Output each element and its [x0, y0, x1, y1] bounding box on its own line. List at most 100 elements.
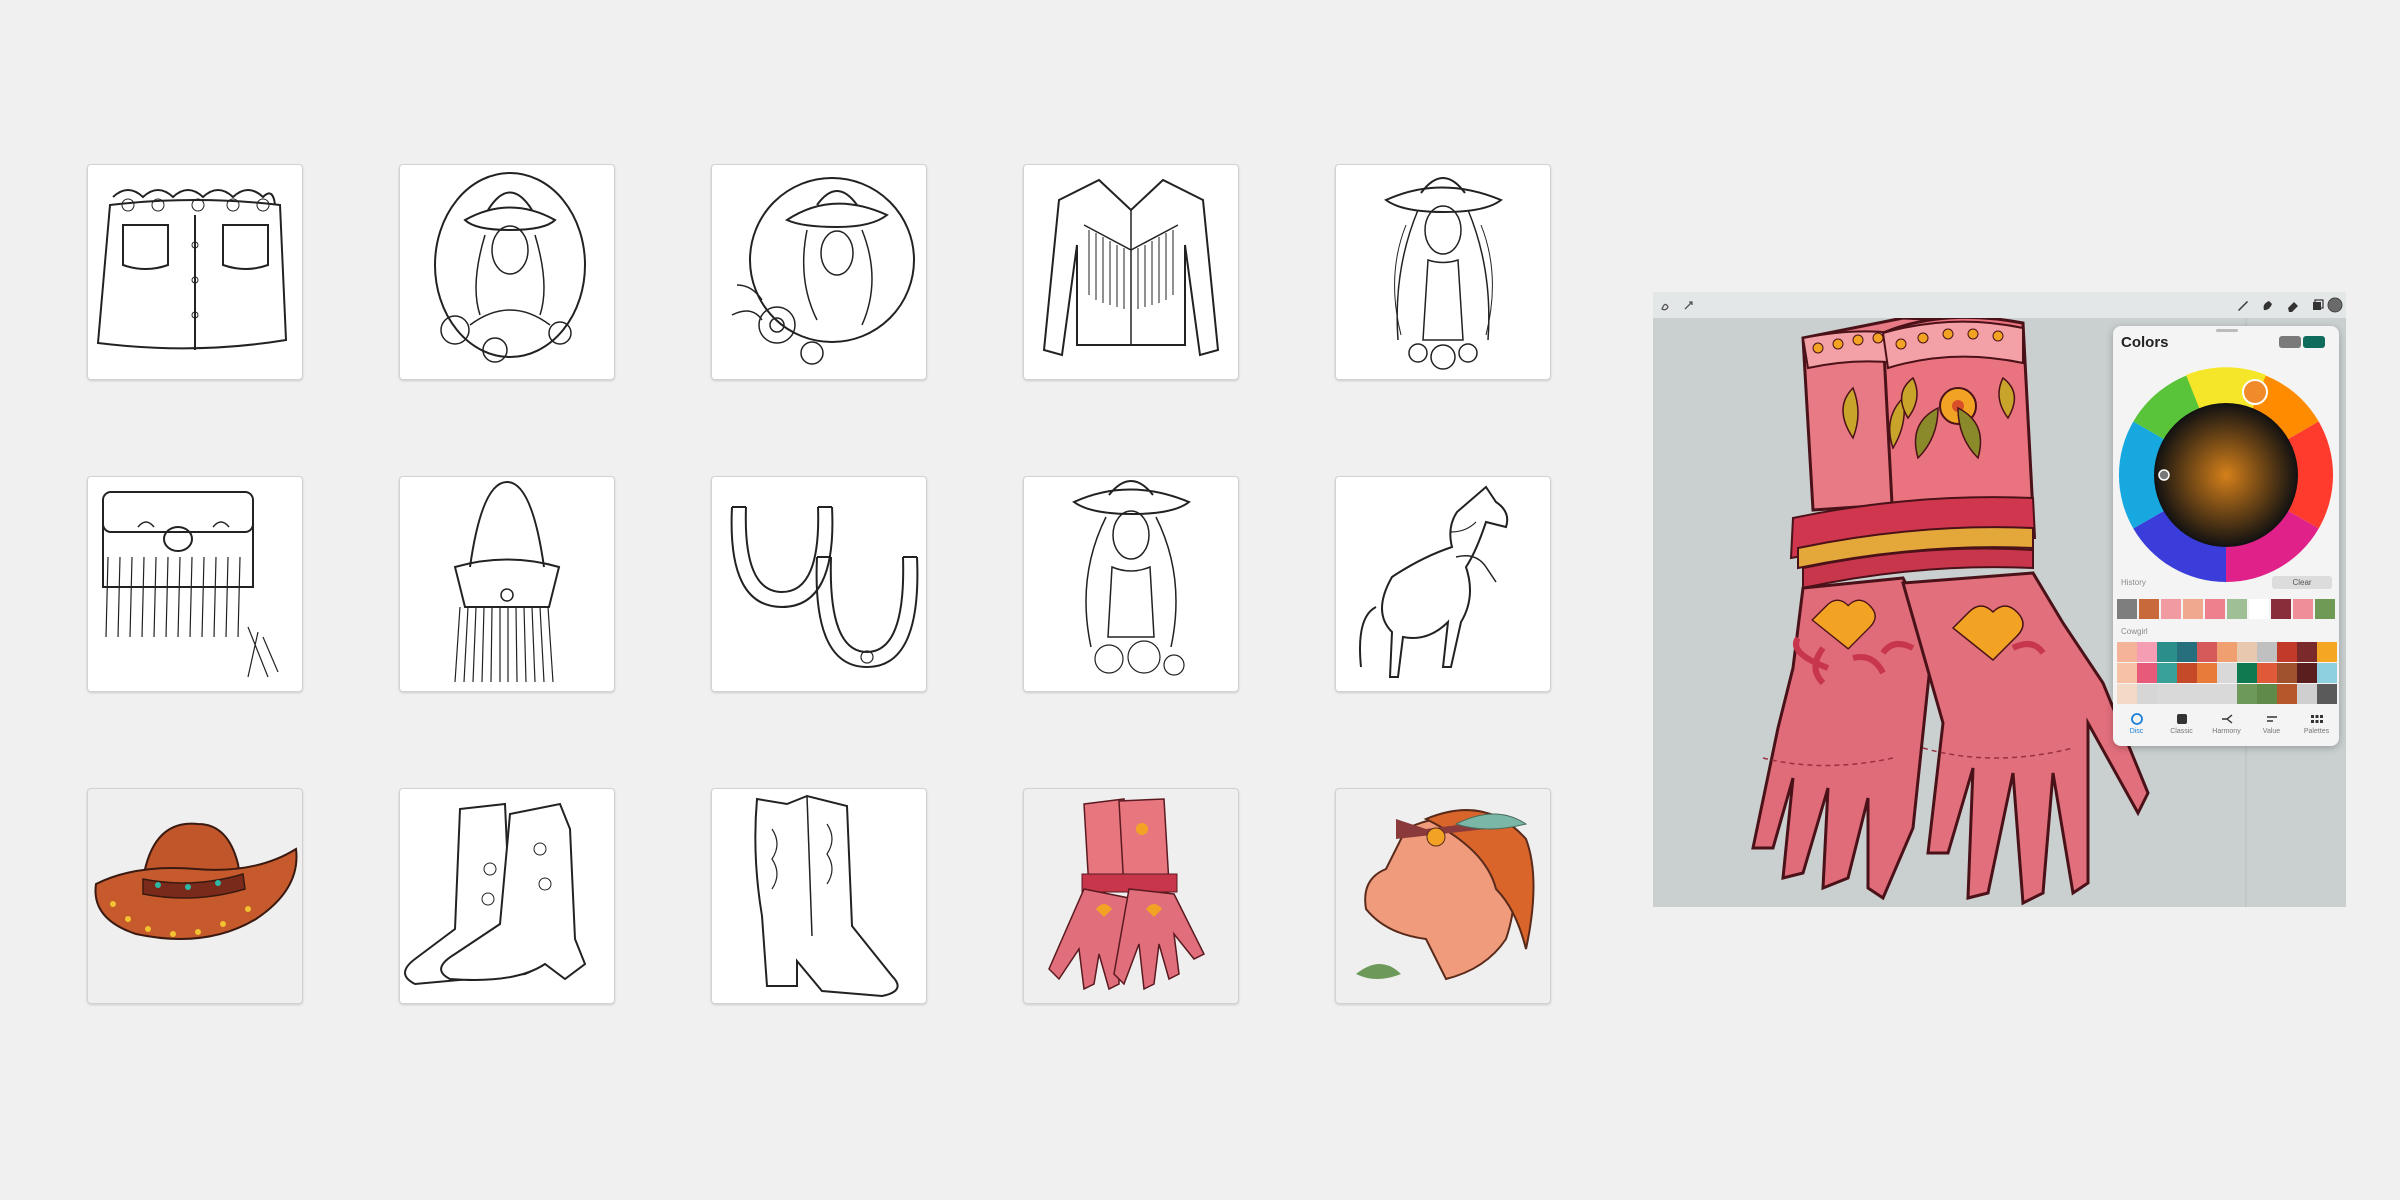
history-swatch[interactable] — [2117, 599, 2137, 619]
palette-swatch[interactable] — [2277, 663, 2297, 683]
panel-grabber[interactable] — [2216, 329, 2238, 332]
palette-swatch[interactable] — [2257, 684, 2277, 704]
palette-swatch[interactable] — [2177, 642, 2197, 662]
history-label: History — [2121, 578, 2146, 587]
palette-swatch[interactable] — [2217, 642, 2237, 662]
palette-swatch[interactable] — [2237, 663, 2257, 683]
history-swatch[interactable] — [2249, 599, 2269, 619]
fringe-jacket-illustration — [1042, 178, 1220, 357]
palettes-icon — [2310, 715, 2323, 723]
palette-swatch[interactable] — [2197, 684, 2217, 704]
history-swatch[interactable] — [2315, 599, 2335, 619]
value-icon — [2266, 716, 2277, 722]
history-swatch[interactable] — [2293, 599, 2313, 619]
smudge-icon[interactable] — [2260, 297, 2276, 313]
harmony-icon — [2221, 714, 2232, 724]
palette-swatch[interactable] — [2257, 642, 2277, 662]
palette-swatch[interactable] — [2117, 642, 2137, 662]
palette-swatch[interactable] — [2117, 684, 2137, 704]
tile-cowgirl-flowers[interactable] — [1023, 476, 1239, 692]
palette-swatch[interactable] — [2197, 642, 2217, 662]
palette-label: Cowgirl — [2121, 627, 2148, 636]
palette-swatch[interactable] — [2257, 663, 2277, 683]
classic-icon — [2176, 714, 2187, 724]
history-swatch[interactable] — [2205, 599, 2225, 619]
cowboy-hat-illustration — [94, 822, 298, 940]
palette-swatch[interactable] — [2157, 642, 2177, 662]
tile-cowboy-boot-tall[interactable] — [711, 788, 927, 1004]
eraser-icon[interactable] — [2285, 297, 2301, 313]
palette-swatch[interactable] — [2277, 642, 2297, 662]
cowgirl-long-hair-illustration — [1384, 177, 1503, 370]
palette-swatch[interactable] — [2297, 684, 2317, 704]
tile-cowgirl-portrait-circle[interactable] — [711, 164, 927, 380]
procreate-window: Colors History Clear Cowgirl Disc Classi… — [1653, 292, 2346, 907]
tile-cowgirl-long-hair[interactable] — [1335, 164, 1551, 380]
palette-swatch[interactable] — [2157, 663, 2177, 683]
secondary-color-swatch[interactable] — [2279, 336, 2301, 348]
tile-rearing-horse[interactable] — [1335, 476, 1551, 692]
palette-swatch[interactable] — [2217, 684, 2237, 704]
tab-value[interactable]: Value — [2249, 710, 2294, 744]
palette-swatch[interactable] — [2117, 663, 2137, 683]
palette-swatch[interactable] — [2237, 642, 2257, 662]
gloves-thumbnail-illustration — [1048, 798, 1206, 991]
palette-swatch[interactable] — [2177, 684, 2197, 704]
cowgirl-portrait-illustration — [434, 172, 586, 363]
tile-cowgirl-portrait-oval[interactable] — [399, 164, 615, 380]
layers-icon[interactable] — [2310, 297, 2326, 313]
palette-swatch[interactable] — [2317, 642, 2337, 662]
palette-swatch[interactable] — [2137, 642, 2157, 662]
cowgirl-circle-illustration — [731, 177, 915, 365]
palette-swatch[interactable] — [2197, 663, 2217, 683]
tab-disc[interactable]: Disc — [2114, 710, 2159, 744]
tab-palettes[interactable]: Palettes — [2294, 710, 2339, 744]
history-swatch[interactable] — [2139, 599, 2159, 619]
primary-color-swatch[interactable] — [2303, 336, 2325, 348]
color-icon[interactable] — [2327, 297, 2343, 313]
palette-swatch[interactable] — [2237, 684, 2257, 704]
disc-icon — [2130, 713, 2143, 725]
horse-head-illustration — [1356, 809, 1535, 981]
cowboy-boots-illustration — [404, 802, 587, 986]
palette-swatch[interactable] — [2137, 663, 2157, 683]
tab-harmony[interactable]: Harmony — [2204, 710, 2249, 744]
palette-swatch[interactable] — [2217, 663, 2237, 683]
rearing-horse-illustration — [1359, 485, 1509, 678]
colors-title: Colors — [2121, 334, 2169, 351]
palette-swatch[interactable] — [2177, 663, 2197, 683]
palette-swatch[interactable] — [2277, 684, 2297, 704]
palette-swatch[interactable] — [2317, 663, 2337, 683]
palette-swatch[interactable] — [2137, 684, 2157, 704]
tile-fringe-bag[interactable] — [87, 476, 303, 692]
actions-icon[interactable] — [1681, 297, 1697, 313]
skirt-illustration — [96, 189, 288, 350]
tile-horse-head-colored[interactable] — [1335, 788, 1551, 1004]
color-disc[interactable] — [2117, 366, 2335, 584]
tile-skirt[interactable] — [87, 164, 303, 380]
tile-cowboy-boots-pair[interactable] — [399, 788, 615, 1004]
fringe-bag-illustration — [102, 491, 279, 678]
history-swatch[interactable] — [2183, 599, 2203, 619]
palette-swatch[interactable] — [2297, 663, 2317, 683]
tall-boot-illustration — [754, 794, 899, 998]
top-toolbar — [1653, 292, 2346, 318]
history-swatch[interactable] — [2271, 599, 2291, 619]
color-mode-tabs: Disc Classic Harmony Value Palettes — [2113, 708, 2339, 746]
palette-swatch[interactable] — [2157, 684, 2177, 704]
cowgirl-flowers-illustration — [1072, 480, 1191, 676]
history-swatch[interactable] — [2161, 599, 2181, 619]
palette-swatch[interactable] — [2317, 684, 2337, 704]
tile-fringe-purse[interactable] — [399, 476, 615, 692]
tile-gloves-colored[interactable] — [1023, 788, 1239, 1004]
brush-icon[interactable] — [2235, 297, 2251, 313]
history-swatch[interactable] — [2227, 599, 2247, 619]
tab-classic[interactable]: Classic — [2159, 710, 2204, 744]
tile-cowboy-hat-colored[interactable] — [87, 788, 303, 1004]
tile-fringe-jacket[interactable] — [1023, 164, 1239, 380]
clear-history-button[interactable]: Clear — [2272, 576, 2332, 589]
fringe-purse-illustration — [453, 480, 561, 683]
tile-horseshoes[interactable] — [711, 476, 927, 692]
palette-swatch[interactable] — [2297, 642, 2317, 662]
gallery-icon[interactable] — [1657, 297, 1673, 313]
